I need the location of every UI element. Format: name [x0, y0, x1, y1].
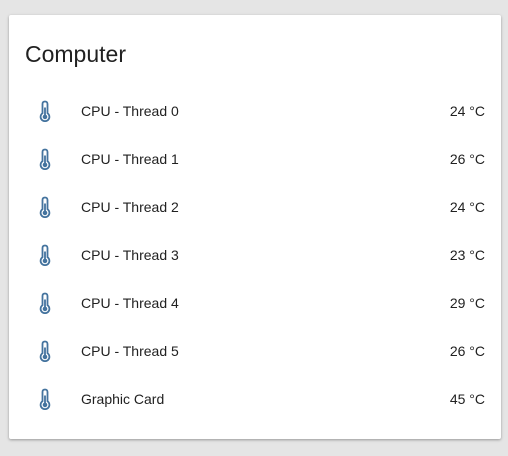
- entity-name: Graphic Card: [81, 391, 165, 407]
- entity-state: 26 °C: [449, 151, 485, 167]
- thermometer-icon: [36, 99, 54, 123]
- entity-state: 26 °C: [449, 343, 485, 359]
- thermometer-icon: [36, 291, 54, 315]
- thermometer-icon: [36, 387, 54, 411]
- entity-state: 23 °C: [449, 247, 485, 263]
- entity-row-graphic-card[interactable]: Graphic Card 45 °C: [9, 375, 501, 423]
- thermometer-icon: [36, 195, 54, 219]
- entity-state: 24 °C: [449, 103, 485, 119]
- entity-state: 45 °C: [449, 391, 485, 407]
- entity-state: 29 °C: [449, 295, 485, 311]
- entity-row-cpu-thread-2[interactable]: CPU - Thread 2 24 °C: [9, 183, 501, 231]
- entity-row-cpu-thread-5[interactable]: CPU - Thread 5 26 °C: [9, 327, 501, 375]
- entity-name: CPU - Thread 3: [81, 247, 179, 263]
- entity-name: CPU - Thread 5: [81, 343, 179, 359]
- entity-list: CPU - Thread 0 24 °C CPU - Thread 1 26 °…: [9, 87, 501, 423]
- entity-name: CPU - Thread 0: [81, 103, 179, 119]
- entity-row-cpu-thread-3[interactable]: CPU - Thread 3 23 °C: [9, 231, 501, 279]
- entity-name: CPU - Thread 2: [81, 199, 179, 215]
- entities-card: Computer CPU - Thread 0 24 °C CPU - Thre…: [9, 15, 501, 439]
- thermometer-icon: [36, 243, 54, 267]
- entity-state: 24 °C: [449, 199, 485, 215]
- entity-name: CPU - Thread 1: [81, 151, 179, 167]
- thermometer-icon: [36, 339, 54, 363]
- entity-row-cpu-thread-0[interactable]: CPU - Thread 0 24 °C: [9, 87, 501, 135]
- entity-name: CPU - Thread 4: [81, 295, 179, 311]
- entity-row-cpu-thread-4[interactable]: CPU - Thread 4 29 °C: [9, 279, 501, 327]
- card-title: Computer: [25, 41, 126, 67]
- entity-row-cpu-thread-1[interactable]: CPU - Thread 1 26 °C: [9, 135, 501, 183]
- thermometer-icon: [36, 147, 54, 171]
